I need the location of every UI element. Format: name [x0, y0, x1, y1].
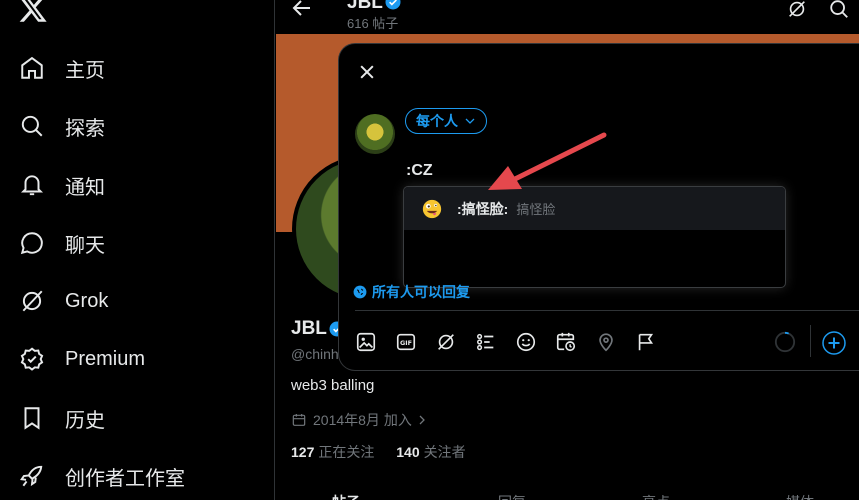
sidebar-item-label: 探索 — [65, 117, 105, 140]
sidebar-item-history[interactable]: 历史 — [18, 400, 105, 436]
schedule-icon[interactable] — [555, 331, 577, 353]
header-profile-name: JBL — [347, 0, 383, 13]
tab-posts[interactable]: 帖子 — [332, 492, 360, 500]
emoji-suggestion-item[interactable]: :搞怪脸: 搞怪脸 — [404, 187, 785, 230]
tab-highlights[interactable]: 亮点 — [642, 492, 670, 500]
chevron-right-icon — [416, 414, 428, 426]
posts-count: 616 帖子 — [347, 16, 399, 31]
profile-name: JBL — [291, 318, 327, 339]
followers-link[interactable]: 140 关注者 — [396, 444, 465, 460]
grok-icon — [18, 287, 46, 315]
grok-icon[interactable] — [435, 331, 457, 353]
rocket-icon — [18, 462, 46, 490]
followers-count: 140 — [396, 444, 420, 460]
poll-icon[interactable] — [475, 331, 497, 353]
image-icon[interactable] — [355, 331, 377, 353]
sidebar-item-explore[interactable]: 探索 — [18, 108, 105, 144]
flag-icon[interactable] — [635, 331, 657, 353]
close-icon[interactable] — [357, 62, 377, 82]
home-icon — [18, 54, 46, 82]
tab-media[interactable]: 媒体 — [786, 492, 814, 500]
globe-icon — [353, 285, 367, 299]
premium-icon — [18, 345, 46, 373]
followers-label: 关注者 — [423, 444, 466, 460]
following-label: 正在关注 — [318, 444, 375, 460]
bookmark-icon — [18, 404, 46, 432]
back-arrow-icon[interactable] — [290, 0, 314, 20]
sidebar-item-premium[interactable]: Premium — [18, 341, 145, 377]
avatar[interactable] — [355, 114, 395, 154]
joined-date: 2014年8月 加入 — [313, 412, 412, 428]
sidebar-item-chat[interactable]: 聊天 — [18, 225, 105, 261]
sidebar-item-label: Grok — [65, 289, 109, 312]
bell-icon — [18, 171, 46, 199]
sidebar-item-notifications[interactable]: 通知 — [18, 167, 105, 203]
zany-face-emoji-icon — [421, 198, 443, 220]
search-icon — [18, 112, 46, 140]
location-icon[interactable] — [595, 331, 617, 353]
emoji-shortcode: :搞怪脸: — [457, 200, 509, 217]
search-icon[interactable] — [828, 0, 850, 20]
calendar-icon — [291, 412, 307, 428]
add-post-button[interactable] — [822, 331, 846, 355]
profile-joined[interactable]: 2014年8月 加入 — [291, 410, 428, 430]
sidebar-item-grok[interactable]: Grok — [18, 283, 108, 319]
following-link[interactable]: 127 正在关注 — [291, 444, 374, 460]
sidebar-item-creator-studio[interactable]: 创作者工作室 — [18, 458, 185, 494]
sidebar-item-label: 历史 — [65, 409, 105, 432]
chevron-down-icon — [464, 115, 476, 127]
toolbar-separator — [810, 325, 811, 357]
sidebar-item-label: 创作者工作室 — [65, 467, 185, 490]
tab-replies[interactable]: 回复 — [498, 492, 526, 500]
sidebar-item-label: 主页 — [65, 59, 105, 82]
chat-icon — [18, 229, 46, 257]
following-count: 127 — [291, 444, 315, 460]
compose-modal: 每个人 :CZ :搞怪脸: 搞怪脸 所有人可以回复 GIF — [339, 44, 859, 370]
profile-stats: 127 正在关注 140 关注者 — [291, 442, 466, 462]
svg-text:GIF: GIF — [400, 339, 412, 347]
sidebar-item-label: 聊天 — [65, 234, 105, 257]
audience-label: 每个人 — [416, 113, 458, 129]
sidebar-item-label: 通知 — [65, 176, 105, 199]
reply-permission-label: 所有人可以回复 — [372, 284, 470, 300]
character-progress-ring — [774, 331, 796, 353]
compose-textarea[interactable]: :CZ — [406, 162, 433, 180]
sidebar-item-home[interactable]: 主页 — [18, 50, 105, 86]
reply-permission-button[interactable]: 所有人可以回复 — [353, 282, 470, 302]
gif-icon[interactable]: GIF — [395, 331, 417, 353]
left-sidebar: 主页 探索 通知 聊天 Grok Premium 历史 创作者工作室 — [0, 0, 275, 500]
compose-divider — [355, 310, 859, 311]
audience-selector[interactable]: 每个人 — [405, 108, 487, 134]
emoji-icon[interactable] — [515, 331, 537, 353]
verified-badge-icon — [384, 0, 402, 11]
profile-handle: @chinh — [291, 346, 339, 362]
grok-icon[interactable] — [786, 0, 808, 20]
profile-bio: web3 balling — [291, 377, 375, 394]
emoji-description: 搞怪脸 — [516, 202, 556, 217]
sidebar-item-label: Premium — [65, 347, 146, 370]
emoji-suggestion-list: :搞怪脸: 搞怪脸 — [404, 187, 785, 287]
x-logo-icon[interactable] — [18, 0, 48, 24]
